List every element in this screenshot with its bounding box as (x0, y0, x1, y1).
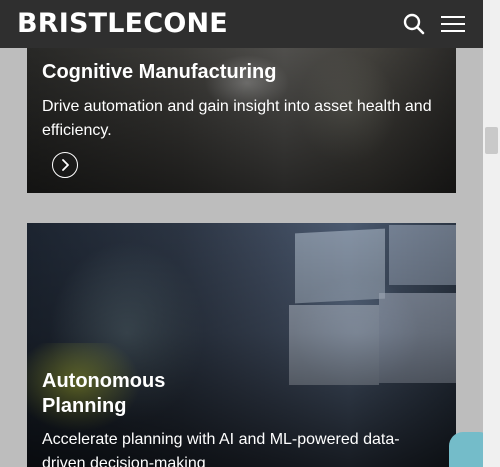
search-icon[interactable] (402, 12, 426, 36)
card-description: Accelerate planning with AI and ML-power… (42, 431, 400, 467)
site-header: BRISTLECONE (0, 0, 483, 48)
hamburger-menu-icon[interactable] (441, 14, 465, 34)
card-title: Autonomous Planning (42, 370, 166, 417)
scrollbar-thumb[interactable] (485, 127, 498, 154)
brand-logo[interactable]: BRISTLECONE (17, 7, 228, 41)
chevron-right-circle-icon[interactable] (52, 152, 78, 178)
card-cognitive-manufacturing[interactable]: Cognitive Manufacturing Drive automation… (27, 48, 456, 193)
card-title: Cognitive Manufacturing (42, 61, 277, 83)
card-description: Drive automation and gain insight into a… (42, 98, 432, 139)
card-autonomous-planning[interactable]: Autonomous Planning Accelerate planning … (27, 223, 456, 467)
vertical-scrollbar[interactable] (483, 0, 500, 467)
